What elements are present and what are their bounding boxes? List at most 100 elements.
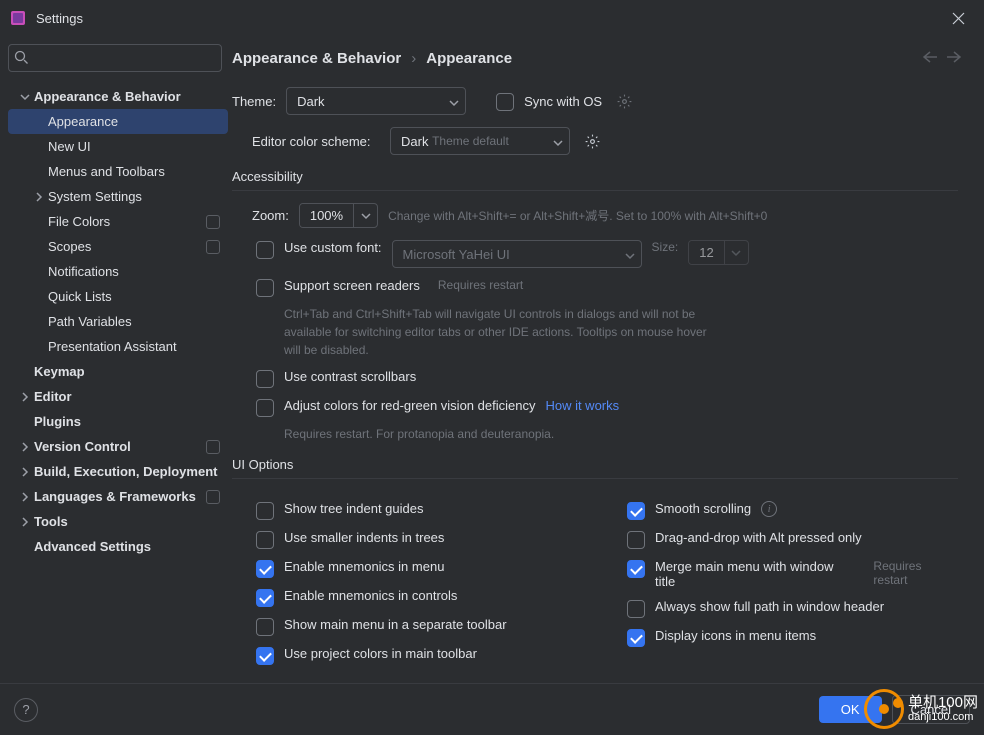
full_path-label: Always show full path in window header bbox=[655, 599, 884, 614]
sidebar-item-build-execution-deployment[interactable]: Build, Execution, Deployment bbox=[8, 459, 228, 484]
scheme-label: Editor color scheme: bbox=[252, 134, 380, 149]
sidebar-item-label: Editor bbox=[34, 389, 228, 404]
breadcrumb-sep: › bbox=[411, 50, 416, 67]
full_path-checkbox[interactable] bbox=[627, 600, 645, 618]
icons_menu-label: Display icons in menu items bbox=[655, 628, 816, 643]
sidebar-item-notifications[interactable]: Notifications bbox=[8, 259, 228, 284]
contrast-scrollbars-checkbox[interactable] bbox=[256, 370, 274, 388]
sync-os-gear-icon[interactable] bbox=[612, 89, 636, 113]
font-size-spinner[interactable]: 12 bbox=[688, 240, 748, 265]
zoom-spinner[interactable]: 100% bbox=[299, 203, 378, 228]
screen-readers-label: Support screen readers bbox=[284, 278, 420, 293]
sidebar-item-label: New UI bbox=[48, 139, 228, 154]
sidebar-item-keymap[interactable]: Keymap bbox=[8, 359, 228, 384]
sidebar-item-label: Appearance bbox=[48, 114, 228, 129]
dnd_alt-checkbox[interactable] bbox=[627, 531, 645, 549]
chevron-down-icon bbox=[553, 136, 563, 151]
chevron-right-icon[interactable] bbox=[30, 192, 48, 202]
sidebar-item-menus-and-toolbars[interactable]: Menus and Toolbars bbox=[8, 159, 228, 184]
sidebar-item-label: Tools bbox=[34, 514, 228, 529]
sidebar-item-quick-lists[interactable]: Quick Lists bbox=[8, 284, 228, 309]
proj_colors-checkbox[interactable] bbox=[256, 647, 274, 665]
sidebar-item-appearance[interactable]: Appearance bbox=[8, 109, 228, 134]
sync-os-label: Sync with OS bbox=[524, 94, 602, 109]
window-title: Settings bbox=[36, 11, 83, 26]
tree_guides-checkbox[interactable] bbox=[256, 502, 274, 520]
chevron-right-icon[interactable] bbox=[16, 492, 34, 502]
breadcrumb-parent: Appearance & Behavior bbox=[232, 50, 401, 67]
chevron-right-icon[interactable] bbox=[16, 392, 34, 402]
font-size-label: Size: bbox=[652, 240, 679, 254]
project-badge-icon bbox=[206, 240, 220, 254]
small_indents-checkbox[interactable] bbox=[256, 531, 274, 549]
mnem_ctrl-checkbox[interactable] bbox=[256, 589, 274, 607]
sidebar-item-new-ui[interactable]: New UI bbox=[8, 134, 228, 159]
sidebar-item-system-settings[interactable]: System Settings bbox=[8, 184, 228, 209]
search-input[interactable] bbox=[8, 44, 222, 72]
sidebar-item-file-colors[interactable]: File Colors bbox=[8, 209, 228, 234]
app-icon bbox=[10, 10, 26, 26]
info-icon[interactable]: i bbox=[761, 501, 777, 517]
zoom-label: Zoom: bbox=[252, 208, 289, 223]
search-icon bbox=[14, 50, 29, 68]
sidebar-item-editor[interactable]: Editor bbox=[8, 384, 228, 409]
chevron-down-icon bbox=[449, 96, 459, 111]
sync-os-checkbox[interactable] bbox=[496, 93, 514, 111]
contrast-scrollbars-label: Use contrast scrollbars bbox=[284, 369, 416, 384]
scheme-select[interactable]: Dark Theme default bbox=[390, 127, 570, 155]
restart-hint: Requires restart bbox=[873, 559, 958, 587]
merge_menu-checkbox[interactable] bbox=[627, 560, 645, 578]
sidebar-item-label: Quick Lists bbox=[48, 289, 228, 304]
custom-font-label: Use custom font: bbox=[284, 240, 382, 255]
sidebar-item-label: Advanced Settings bbox=[34, 539, 228, 554]
sidebar-item-version-control[interactable]: Version Control bbox=[8, 434, 228, 459]
sep_toolbar-label: Show main menu in a separate toolbar bbox=[284, 617, 507, 632]
dnd_alt-label: Drag-and-drop with Alt pressed only bbox=[655, 530, 862, 545]
chevron-down-icon[interactable] bbox=[16, 92, 34, 102]
sidebar-item-advanced-settings[interactable]: Advanced Settings bbox=[8, 534, 228, 559]
chevron-right-icon[interactable] bbox=[16, 517, 34, 527]
nav-forward-icon[interactable] bbox=[946, 51, 962, 66]
sidebar-item-appearance-behavior[interactable]: Appearance & Behavior bbox=[8, 84, 228, 109]
mnem_ctrl-label: Enable mnemonics in controls bbox=[284, 588, 457, 603]
merge_menu-label: Merge main menu with window title bbox=[655, 559, 855, 589]
mnem_menu-checkbox[interactable] bbox=[256, 560, 274, 578]
project-badge-icon bbox=[206, 490, 220, 504]
chevron-right-icon[interactable] bbox=[16, 442, 34, 452]
section-accessibility: Accessibility bbox=[232, 169, 958, 191]
sidebar-item-label: System Settings bbox=[48, 189, 228, 204]
sidebar-item-tools[interactable]: Tools bbox=[8, 509, 228, 534]
settings-tree[interactable]: Appearance & Behavior Appearance New UI Men… bbox=[8, 84, 228, 675]
sidebar-item-scopes[interactable]: Scopes bbox=[8, 234, 228, 259]
sidebar-item-languages-frameworks[interactable]: Languages & Frameworks bbox=[8, 484, 228, 509]
sidebar-item-label: Notifications bbox=[48, 264, 228, 279]
screen-readers-desc: Ctrl+Tab and Ctrl+Shift+Tab will navigat… bbox=[284, 305, 714, 359]
close-button[interactable] bbox=[942, 2, 974, 34]
font-select[interactable]: Microsoft YaHei UI bbox=[392, 240, 642, 268]
restart-hint: Requires restart bbox=[438, 278, 523, 292]
smooth-checkbox[interactable] bbox=[627, 502, 645, 520]
sep_toolbar-checkbox[interactable] bbox=[256, 618, 274, 636]
chevron-down-icon[interactable] bbox=[353, 204, 377, 227]
color-deficiency-checkbox[interactable] bbox=[256, 399, 274, 417]
sidebar-item-path-variables[interactable]: Path Variables bbox=[8, 309, 228, 334]
sidebar-item-label: Version Control bbox=[34, 439, 206, 454]
custom-font-checkbox[interactable] bbox=[256, 241, 274, 259]
sidebar-item-plugins[interactable]: Plugins bbox=[8, 409, 228, 434]
nav-back-icon[interactable] bbox=[922, 51, 938, 66]
screen-readers-checkbox[interactable] bbox=[256, 279, 274, 297]
how-it-works-link[interactable]: How it works bbox=[545, 398, 619, 413]
sidebar-item-label: Appearance & Behavior bbox=[34, 89, 228, 104]
help-button[interactable]: ? bbox=[14, 698, 38, 722]
section-ui-options: UI Options bbox=[232, 457, 958, 479]
chevron-right-icon[interactable] bbox=[16, 467, 34, 477]
sidebar-item-label: Presentation Assistant bbox=[48, 339, 228, 354]
color-deficiency-desc: Requires restart. For protanopia and deu… bbox=[284, 425, 714, 443]
scheme-gear-icon[interactable] bbox=[580, 129, 604, 153]
watermark-logo-icon bbox=[864, 689, 904, 729]
sidebar-item-label: Keymap bbox=[34, 364, 228, 379]
icons_menu-checkbox[interactable] bbox=[627, 629, 645, 647]
sidebar-item-presentation-assistant[interactable]: Presentation Assistant bbox=[8, 334, 228, 359]
theme-select[interactable]: Dark bbox=[286, 87, 466, 115]
chevron-down-icon[interactable] bbox=[724, 241, 748, 264]
